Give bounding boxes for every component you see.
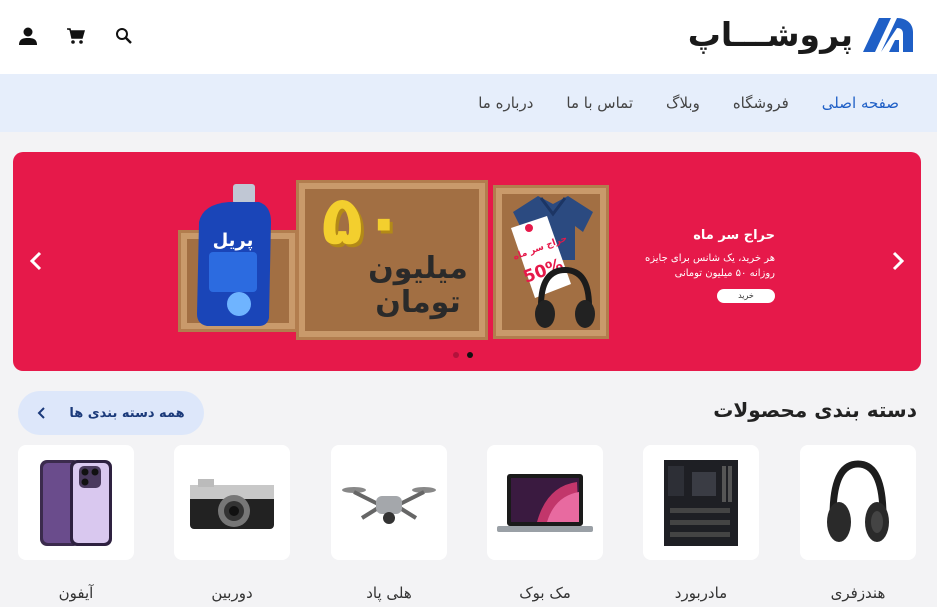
- promo-million: میلیون: [368, 251, 468, 286]
- camera-icon: [190, 478, 274, 529]
- headphones-icon: [827, 459, 889, 542]
- promo-title: حراج سر ماه: [693, 228, 775, 243]
- category-motherboard[interactable]: مادربورد: [643, 445, 759, 602]
- category-drone[interactable]: هلی پاد: [331, 445, 447, 602]
- logo-mark-icon: [863, 18, 913, 52]
- bottle-label: پریل: [213, 230, 254, 251]
- promo-number: ۵۰: [321, 182, 405, 261]
- category-card[interactable]: [800, 445, 916, 560]
- headphones-banner-icon: [535, 266, 595, 328]
- category-headphones[interactable]: هندزفری: [800, 445, 916, 602]
- drone-icon: [342, 486, 436, 524]
- chevron-right-icon[interactable]: [885, 249, 909, 273]
- hero-banner[interactable]: پریل ۵۰ میلیون تومان حراج سر ماه 50% حرا…: [13, 152, 921, 371]
- main-nav: صفحه اصلی فروشگاه وبلاگ تماس با ما دربار…: [0, 74, 937, 132]
- site-header: پروشـــاپ: [0, 0, 937, 74]
- nav-item-about[interactable]: درباره ما: [478, 94, 533, 112]
- category-label: هندزفری: [830, 584, 886, 602]
- user-icon[interactable]: [16, 24, 40, 48]
- nav-item-shop[interactable]: فروشگاه: [733, 94, 789, 112]
- category-iphone[interactable]: آیفون: [18, 445, 134, 602]
- category-macbook[interactable]: مک بوک: [487, 445, 603, 602]
- category-card[interactable]: [18, 445, 134, 560]
- slider-dot-1[interactable]: [453, 352, 459, 358]
- category-label: دوربین: [211, 584, 253, 602]
- category-card[interactable]: [331, 445, 447, 560]
- promo-block: حراج سر ماه هر خرید، یک شانس برای جایزه …: [615, 228, 775, 303]
- promo-buy-button[interactable]: خرید: [717, 289, 775, 303]
- category-camera[interactable]: دوربین: [174, 445, 290, 602]
- laptop-icon: [497, 473, 593, 532]
- slider-dots: [453, 352, 473, 358]
- category-label: آیفون: [58, 584, 94, 602]
- category-label: مک بوک: [519, 584, 571, 602]
- category-list: هندزفری مادربورد مک بوک هلی پاد دوربین آ…: [18, 445, 916, 607]
- nav-item-home[interactable]: صفحه اصلی: [822, 94, 899, 112]
- phone-icon: [40, 459, 112, 546]
- nav-item-blog[interactable]: وبلاگ: [666, 94, 700, 112]
- logo[interactable]: پروشـــاپ: [688, 13, 915, 55]
- section-title: دسته بندی محصولات: [713, 398, 917, 422]
- all-categories-label: همه دسته بندی ها: [69, 405, 185, 421]
- detergent-bottle-icon: پریل: [197, 184, 271, 326]
- category-card[interactable]: [487, 445, 603, 560]
- logo-text: پروشـــاپ: [687, 14, 854, 54]
- search-icon[interactable]: [112, 24, 136, 48]
- all-categories-button[interactable]: همه دسته بندی ها: [18, 391, 204, 435]
- chevron-left-icon: [37, 407, 46, 419]
- chevron-left-icon[interactable]: [25, 249, 49, 273]
- promo-text-2: روزانه ۵۰ میلیون تومانی: [674, 268, 775, 279]
- cart-icon[interactable]: [64, 24, 88, 48]
- slider-dot-2[interactable]: [467, 352, 473, 358]
- category-card[interactable]: [643, 445, 759, 560]
- category-label: مادربورد: [674, 584, 728, 602]
- motherboard-icon: [664, 459, 738, 546]
- nav-item-contact[interactable]: تماس با ما: [566, 94, 633, 112]
- promo-toman: تومان: [375, 285, 461, 320]
- category-label: هلی پاد: [366, 584, 412, 602]
- category-card[interactable]: [174, 445, 290, 560]
- promo-text-1: هر خرید، یک شانس برای جایزه: [644, 253, 775, 264]
